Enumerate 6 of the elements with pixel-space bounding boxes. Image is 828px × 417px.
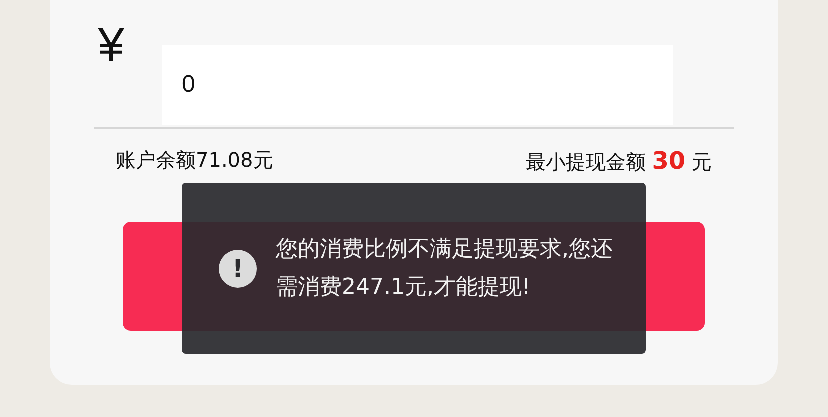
minimum-amount-text: 最小提现金额 30 元 xyxy=(526,147,712,177)
warning-icon: ! xyxy=(219,250,257,288)
currency-symbol: ¥ xyxy=(97,22,126,70)
toast-message: 您的消费比例不满足提现要求,您还需消费247.1元,才能提现! xyxy=(276,236,614,302)
amount-field[interactable]: 0 xyxy=(162,45,673,125)
balance-text: 账户余额71.08元 xyxy=(116,147,274,174)
